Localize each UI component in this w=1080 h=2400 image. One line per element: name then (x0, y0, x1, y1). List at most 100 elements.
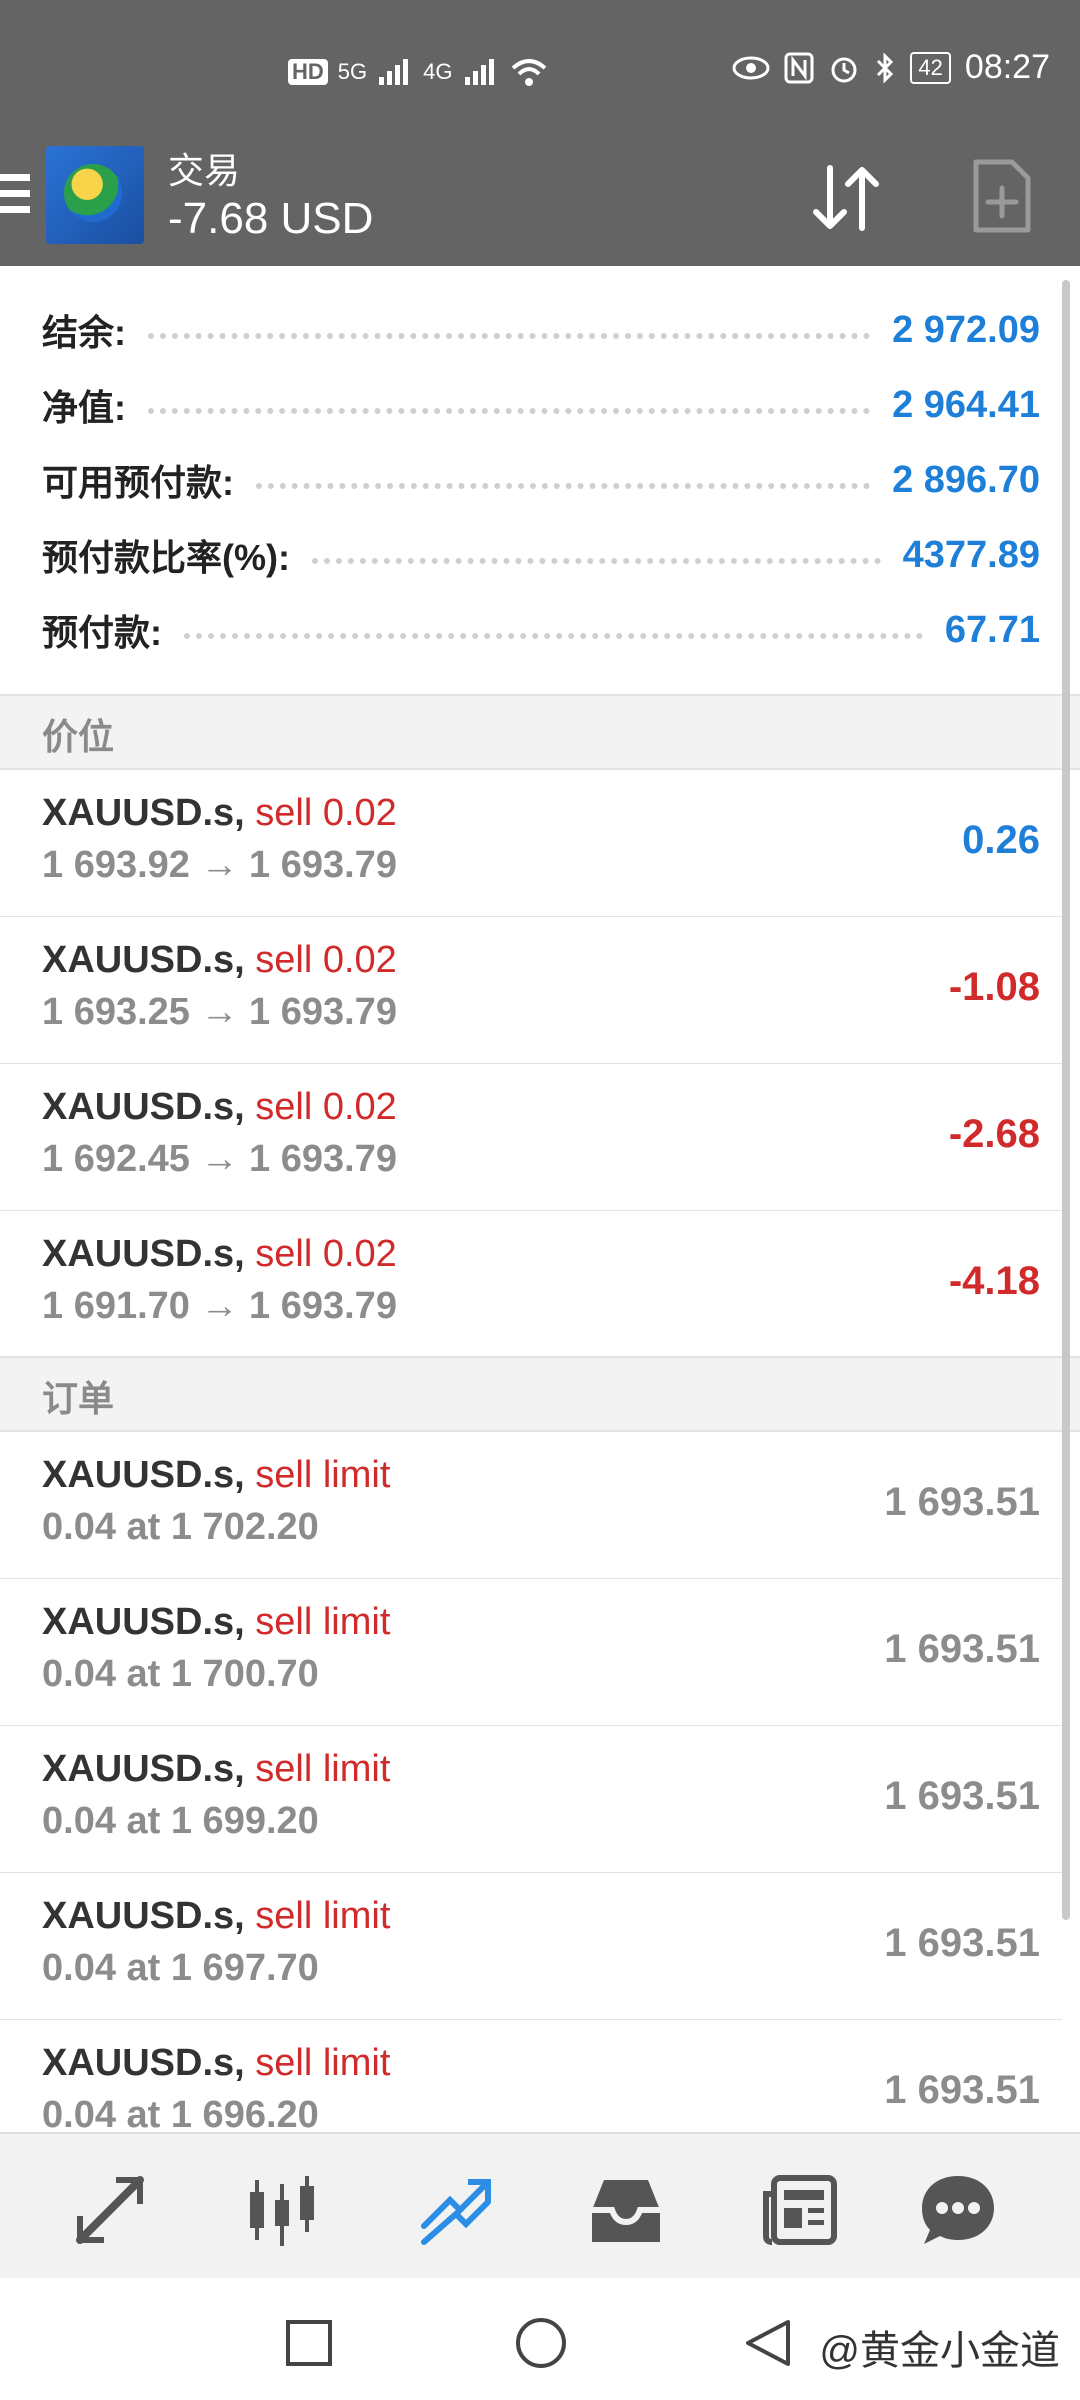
scrollbar[interactable] (1062, 280, 1070, 1920)
equity-value: 2 964.41 (892, 383, 1040, 426)
position-side: sell 0.02 (255, 792, 397, 834)
order-symbol: XAUUSD.s, (42, 1748, 245, 1790)
bottom-navigation (0, 2132, 1080, 2280)
system-indicators: 42 08:27 (732, 48, 1050, 87)
order-row[interactable]: XAUUSD.s, sell limit 0.04 at 1 700.70 1 … (0, 1579, 1062, 1727)
clock: 08:27 (964, 48, 1050, 86)
messages-icon[interactable] (918, 2170, 998, 2250)
margin-level-row: 预付款比率(%): 4377.89 (42, 525, 1040, 585)
positions-header-label: 价位 (42, 716, 115, 757)
order-price: 1 693.51 (884, 1774, 1040, 1818)
app-bar: 交易 -7.68 USD (0, 130, 1080, 266)
order-row[interactable]: XAUUSD.s, sell limit 0.04 at 1 702.20 1 … (0, 1432, 1062, 1580)
position-row[interactable]: XAUUSD.s, sell 0.02 1 693.25 → 1 693.79 … (0, 917, 1062, 1065)
free-margin-value: 2 896.70 (892, 458, 1040, 501)
total-profit: -7.68 USD (168, 194, 374, 243)
order-detail: 0.04 at 1 696.20 (42, 2094, 319, 2136)
order-row[interactable]: XAUUSD.s, sell limit 0.04 at 1 696.20 1 … (0, 2020, 1062, 2136)
free-margin-row: 可用预付款: 2 896.70 (42, 450, 1040, 510)
position-prices: 1 692.45 → 1 693.79 (42, 1138, 397, 1180)
account-summary: 结余: 2 972.09 净值: 2 964.41 可用预付款: 2 896.7… (0, 266, 1080, 696)
margin-level-value: 4377.89 (902, 533, 1040, 576)
order-price: 1 693.51 (884, 1921, 1040, 1965)
position-symbol: XAUUSD.s, (42, 1086, 245, 1128)
order-symbol: XAUUSD.s, (42, 1454, 245, 1496)
free-margin-label: 可用预付款: (42, 462, 234, 503)
position-symbol: XAUUSD.s, (42, 792, 245, 834)
position-profit: -4.18 (948, 1259, 1040, 1303)
new-order-icon[interactable] (972, 158, 1032, 234)
position-prices: 1 693.25 → 1 693.79 (42, 991, 397, 1033)
order-side: sell limit (255, 2042, 391, 2084)
order-row[interactable]: XAUUSD.s, sell limit 0.04 at 1 697.70 1 … (0, 1873, 1062, 2021)
orders-header: 订单 (0, 1356, 1080, 1432)
order-symbol: XAUUSD.s, (42, 1601, 245, 1643)
order-detail: 0.04 at 1 700.70 (42, 1653, 319, 1695)
order-price: 1 693.51 (884, 1480, 1040, 1524)
history-icon[interactable] (586, 2170, 666, 2250)
4g-indicator: 4G (423, 59, 453, 84)
position-side: sell 0.02 (255, 939, 397, 981)
order-side: sell limit (255, 1454, 391, 1496)
position-symbol: XAUUSD.s, (42, 1233, 245, 1275)
margin-value: 67.71 (944, 608, 1040, 651)
position-prices: 1 693.92 → 1 693.79 (42, 844, 397, 886)
order-price: 1 693.51 (884, 2068, 1040, 2112)
app-logo (46, 146, 144, 244)
battery-indicator: 42 (910, 51, 951, 84)
news-icon[interactable] (760, 2170, 840, 2250)
order-side: sell limit (255, 1601, 391, 1643)
status-bar: HD 5G 4G 42 08:27 (0, 0, 1080, 130)
balance-label: 结余: (42, 312, 126, 353)
menu-icon[interactable] (0, 174, 30, 220)
order-price: 1 693.51 (884, 1627, 1040, 1671)
order-detail: 0.04 at 1 699.20 (42, 1800, 319, 1842)
position-symbol: XAUUSD.s, (42, 939, 245, 981)
quotes-icon[interactable] (70, 2170, 150, 2250)
chart-icon[interactable] (242, 2170, 322, 2250)
equity-label: 净值: (42, 387, 126, 428)
orders-header-label: 订单 (42, 1378, 115, 1419)
eye-icon (732, 56, 770, 79)
order-detail: 0.04 at 1 697.70 (42, 1947, 319, 1989)
order-row[interactable]: XAUUSD.s, sell limit 0.04 at 1 699.20 1 … (0, 1726, 1062, 1874)
watermark: @黄金小金道 (819, 2329, 1060, 2373)
order-symbol: XAUUSD.s, (42, 1895, 245, 1937)
balance-value: 2 972.09 (892, 308, 1040, 351)
sort-icon[interactable] (808, 160, 884, 236)
5g-indicator: 5G (337, 59, 368, 84)
margin-row: 预付款: 67.71 (42, 600, 1040, 660)
network-indicators: HD 5G 4G (288, 56, 549, 88)
system-navigation: @黄金小金道 (0, 2278, 1080, 2400)
page-title: 交易 (168, 150, 241, 191)
position-profit: 0.26 (962, 818, 1040, 862)
margin-level-label: 预付款比率(%): (42, 537, 290, 578)
signal-icon (379, 59, 409, 85)
position-profit: -1.08 (948, 965, 1040, 1009)
margin-label: 预付款: (42, 612, 162, 653)
home-icon[interactable] (514, 2316, 568, 2370)
position-row[interactable]: XAUUSD.s, sell 0.02 1 693.92 → 1 693.79 … (0, 770, 1062, 918)
position-prices: 1 691.70 → 1 693.79 (42, 1285, 397, 1327)
signal-icon-2 (464, 59, 494, 85)
position-side: sell 0.02 (255, 1086, 397, 1128)
order-side: sell limit (255, 1895, 391, 1937)
position-side: sell 0.02 (255, 1233, 397, 1275)
positions-header: 价位 (0, 694, 1080, 770)
bluetooth-icon (877, 51, 894, 84)
wifi-icon (511, 59, 546, 86)
nfc-icon (784, 52, 814, 83)
position-row[interactable]: XAUUSD.s, sell 0.02 1 691.70 → 1 693.79 … (0, 1211, 1062, 1359)
back-icon[interactable] (744, 2318, 792, 2368)
trade-icon[interactable] (416, 2170, 496, 2250)
alarm-icon (831, 57, 857, 82)
hd-indicator: HD (288, 59, 328, 85)
order-symbol: XAUUSD.s, (42, 2042, 245, 2084)
position-profit: -2.68 (948, 1112, 1040, 1156)
position-row[interactable]: XAUUSD.s, sell 0.02 1 692.45 → 1 693.79 … (0, 1064, 1062, 1212)
order-side: sell limit (255, 1748, 391, 1790)
balance-row: 结余: 2 972.09 (42, 300, 1040, 360)
recents-icon[interactable] (284, 2318, 334, 2368)
order-detail: 0.04 at 1 702.20 (42, 1506, 319, 1548)
equity-row: 净值: 2 964.41 (42, 375, 1040, 435)
